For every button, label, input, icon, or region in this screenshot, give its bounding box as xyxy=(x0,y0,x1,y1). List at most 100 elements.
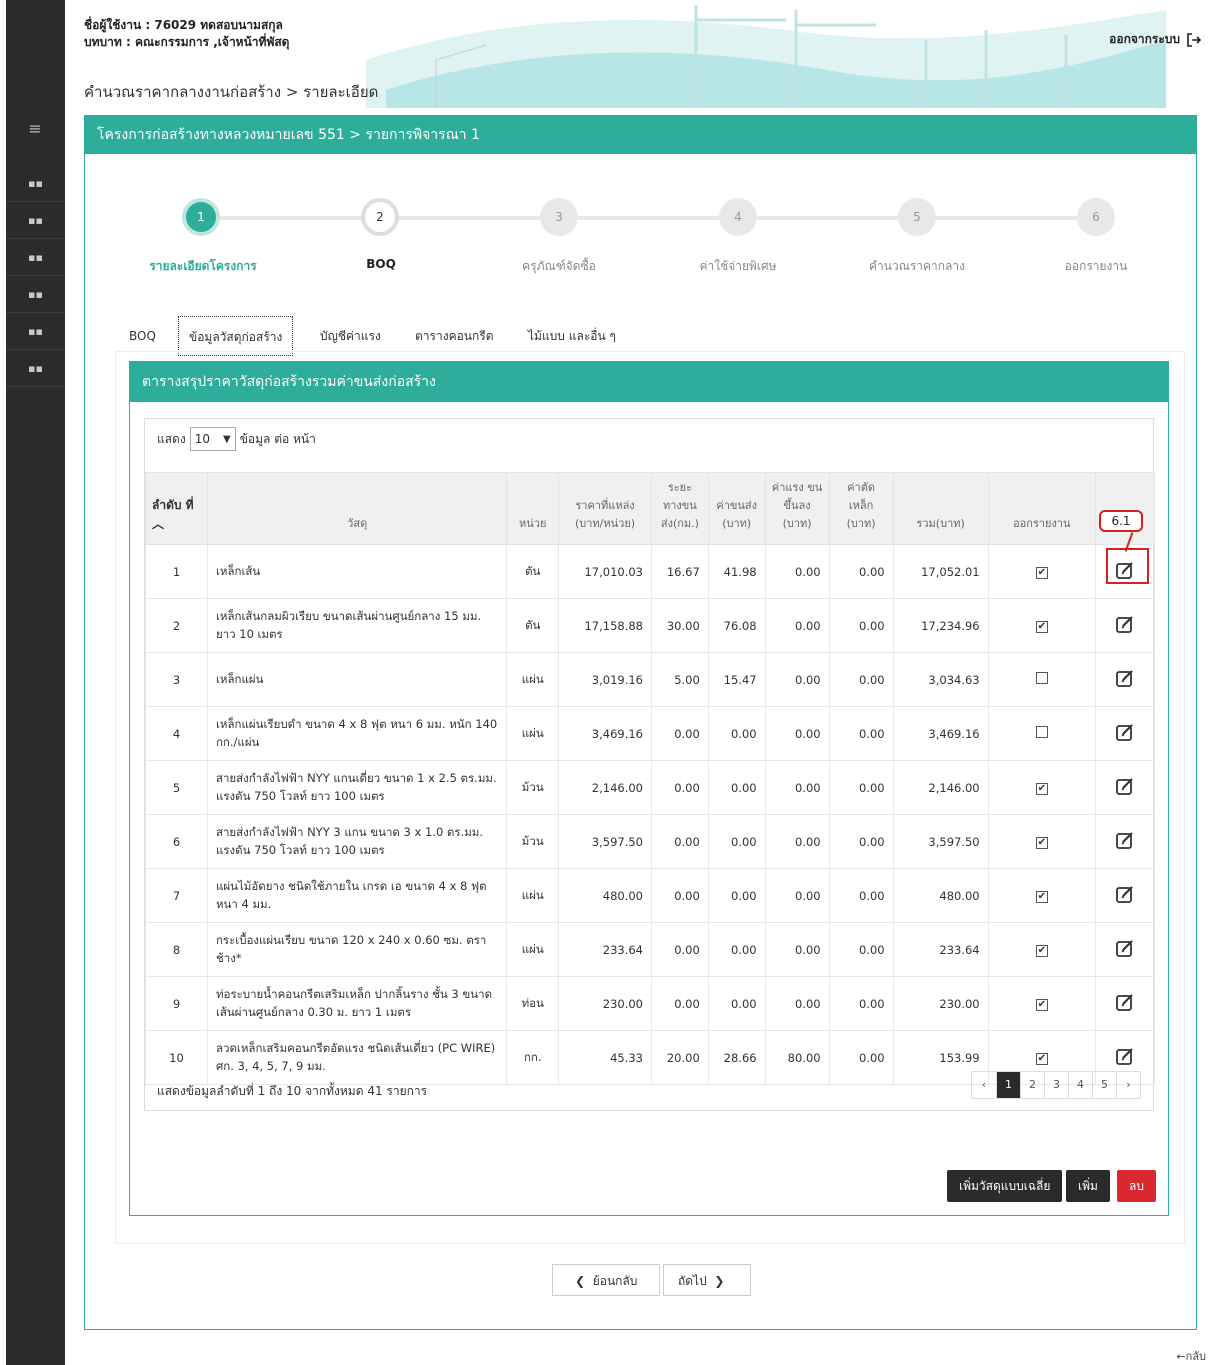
sidebar-item-5[interactable]: ▪▪ xyxy=(6,314,65,350)
tab-materials[interactable]: ข้อมูลวัสดุก่อสร้าง xyxy=(178,316,294,356)
row-source-price: 17,158.88 xyxy=(558,598,652,653)
step-2-label[interactable]: BOQ xyxy=(366,257,396,271)
tab-formwork[interactable]: ไม้แบบ และอื่น ๆ xyxy=(528,316,616,356)
row-labor: 0.00 xyxy=(764,814,830,869)
table-info: แสดงข้อมูลลำดับที่ 1 ถึง 10 จากทั้งหมด 4… xyxy=(157,1084,428,1098)
table-row: 1 เหล็กเส้น ตัน 17,010.03 16.67 41.98 0.00 0.00… xyxy=(145,544,1155,599)
row-total: 480.00 xyxy=(892,868,989,923)
tab-concrete[interactable]: ตารางคอนกรีต xyxy=(415,316,494,356)
pager-prev[interactable]: ‹ xyxy=(972,1072,996,1098)
row-transport: 76.08 xyxy=(707,598,766,653)
row-distance: 16.67 xyxy=(651,544,709,599)
step-1-circle[interactable]: 1 xyxy=(182,198,220,236)
row-total: 2,146.00 xyxy=(892,760,989,815)
edit-icon[interactable] xyxy=(1115,776,1135,796)
sidebar-item-1[interactable]: ▪▪ xyxy=(6,166,65,202)
edit-icon[interactable] xyxy=(1115,722,1135,742)
left-sidebar: ≡ ▪▪ ▪▪ ▪▪ ▪▪ ▪▪ ▪▪ xyxy=(6,0,65,1365)
row-no: 8 xyxy=(145,922,208,977)
step-6-circle[interactable]: 6 xyxy=(1077,198,1115,236)
pager-page-5[interactable]: 5 xyxy=(1092,1072,1116,1098)
row-unit: ม้วน xyxy=(506,760,560,815)
show-prefix: แสดง xyxy=(157,431,186,446)
row-total: 17,234.96 xyxy=(892,598,989,653)
step-4-label[interactable]: ค่าใช้จ่ายพิเศษ xyxy=(699,257,776,276)
row-material: ท่อระบายน้ำคอนกรีตเสริมเหล็ก ปากลิ้นราง … xyxy=(206,976,508,1031)
bottom-back-link[interactable]: ←กลับ xyxy=(1176,1347,1206,1365)
delete-button[interactable]: ลบ xyxy=(1117,1170,1156,1202)
table-header-row: ลำดับ ที่ ︿ วัสดุ หน่วย ราคาที่แหล่ง (บา… xyxy=(145,472,1155,545)
step-5-label[interactable]: คำนวณราคากลาง xyxy=(869,257,965,276)
report-checkbox[interactable]: ✔ xyxy=(1035,567,1048,579)
col-material[interactable]: วัสดุ xyxy=(206,472,508,545)
report-checkbox[interactable]: ✔ xyxy=(1035,783,1048,795)
materials-table: ลำดับ ที่ ︿ วัสดุ หน่วย ราคาที่แหล่ง (บา… xyxy=(145,472,1155,1085)
tab-boq[interactable]: BOQ xyxy=(129,316,156,356)
annotation-highlight-box xyxy=(1106,548,1149,584)
report-checkbox[interactable] xyxy=(1035,726,1048,738)
hamburger-menu-icon[interactable]: ≡ xyxy=(24,120,46,138)
edit-icon[interactable] xyxy=(1115,830,1135,850)
sidebar-item-6[interactable]: ▪▪ xyxy=(6,351,65,387)
col-labor[interactable]: ค่าแรง ขนขึ้นลง (บาท) xyxy=(764,472,830,545)
tab-labor[interactable]: บัญชีค่าแรง xyxy=(320,316,381,356)
materials-panel: ตารางสรุปราคาวัสดุก่อสร้างรวมค่าขนส่งก่อ… xyxy=(129,361,1169,1216)
row-material: แผ่นไม้อัดยาง ชนิดใช้ภายใน เกรด เอ ขนาด … xyxy=(206,868,508,923)
report-checkbox[interactable]: ✔ xyxy=(1035,621,1048,633)
edit-icon[interactable] xyxy=(1115,668,1135,688)
edit-icon[interactable] xyxy=(1115,884,1135,904)
add-button[interactable]: เพิ่ม xyxy=(1066,1170,1110,1202)
report-checkbox[interactable]: ✔ xyxy=(1035,999,1048,1011)
row-labor: 0.00 xyxy=(764,922,830,977)
sidebar-item-4[interactable]: ▪▪ xyxy=(6,277,65,313)
pager-next[interactable]: › xyxy=(1116,1072,1140,1098)
add-average-material-button[interactable]: เพิ่มวัสดุแบบเฉลี่ย xyxy=(947,1170,1063,1202)
report-checkbox[interactable]: ✔ xyxy=(1035,945,1048,957)
report-checkbox[interactable]: ✔ xyxy=(1035,891,1048,903)
back-button[interactable]: ❮ ย้อนกลับ xyxy=(552,1264,661,1296)
step-3-label[interactable]: ครุภัณฑ์จัดซื้อ xyxy=(522,257,596,276)
col-report[interactable]: ออกรายงาน xyxy=(987,472,1097,545)
report-checkbox[interactable]: ✔ xyxy=(1035,1053,1048,1065)
next-label: ถัดไป xyxy=(678,1274,707,1288)
step-1-label[interactable]: รายละเอียดโครงการ xyxy=(149,257,256,276)
row-cut: 0.00 xyxy=(828,598,894,653)
step-5-circle[interactable]: 5 xyxy=(898,198,936,236)
col-unit[interactable]: หน่วย xyxy=(506,472,560,545)
step-6-label[interactable]: ออกรายงาน xyxy=(1065,257,1128,276)
row-transport: 0.00 xyxy=(707,760,766,815)
col-cut[interactable]: ค่าตัด เหล็ก (บาท) xyxy=(828,472,894,545)
logout-icon xyxy=(1187,32,1202,47)
step-3-circle[interactable]: 3 xyxy=(540,198,578,236)
pager-page-1[interactable]: 1 xyxy=(996,1072,1020,1098)
row-unit: แผ่น xyxy=(506,652,560,707)
col-no[interactable]: ลำดับ ที่ ︿ xyxy=(145,472,208,545)
edit-icon[interactable] xyxy=(1115,614,1135,634)
step-2-circle[interactable]: 2 xyxy=(361,198,399,236)
pager-page-2[interactable]: 2 xyxy=(1020,1072,1044,1098)
breadcrumb: คำนวณราคากลางงานก่อสร้าง > รายละเอียด xyxy=(84,83,379,101)
col-transport[interactable]: ค่าขนส่ง (บาท) xyxy=(707,472,766,545)
logout-button[interactable]: ออกจากระบบ xyxy=(1109,30,1202,49)
page-size-select[interactable]: 10 ▼ xyxy=(189,427,236,451)
report-checkbox[interactable] xyxy=(1035,672,1048,684)
edit-icon[interactable] xyxy=(1115,938,1135,958)
edit-icon[interactable] xyxy=(1115,992,1135,1012)
grid-icon: ▪▪ xyxy=(28,214,43,227)
pager-page-4[interactable]: 4 xyxy=(1068,1072,1092,1098)
col-source-price[interactable]: ราคาที่แหล่ง (บาท/หน่วย) xyxy=(558,472,652,545)
row-unit: ตัน xyxy=(506,544,560,599)
report-checkbox[interactable]: ✔ xyxy=(1035,837,1048,849)
row-unit: แผ่น xyxy=(506,922,560,977)
pager-page-3[interactable]: 3 xyxy=(1044,1072,1068,1098)
row-labor: 0.00 xyxy=(764,544,830,599)
col-total[interactable]: รวม(บาท) xyxy=(892,472,989,545)
row-report-cell: ✔ xyxy=(987,544,1097,599)
edit-icon[interactable] xyxy=(1115,1046,1135,1066)
sidebar-item-2[interactable]: ▪▪ xyxy=(6,203,65,239)
step-4-circle[interactable]: 4 xyxy=(719,198,757,236)
col-distance[interactable]: ระยะ ทางขน ส่ง(กม.) xyxy=(651,472,709,545)
sidebar-item-3[interactable]: ▪▪ xyxy=(6,240,65,276)
next-button[interactable]: ถัดไป ❯ xyxy=(663,1264,752,1296)
row-report-cell: ✔ xyxy=(987,976,1097,1031)
